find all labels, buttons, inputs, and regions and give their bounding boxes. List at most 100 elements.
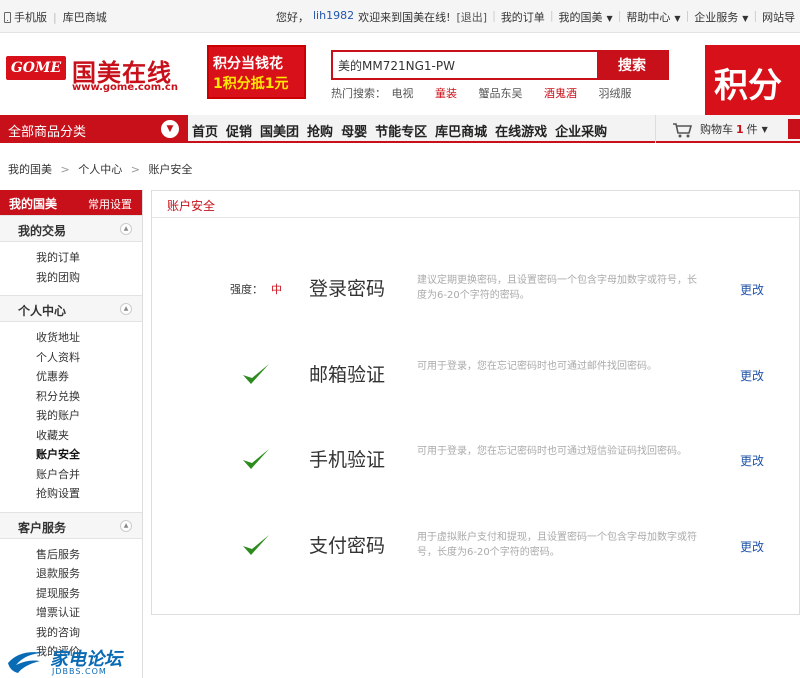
security-row-login-password: 强度：中 登录密码 建议定期更换密码，且设置密码一个包含字母加数字或符号，长度为… [152,259,800,319]
nav-link-flash-sale[interactable]: 抢购 [307,121,341,140]
security-row-payment-password: 支付密码 用于虚拟账户支付和提现，且设置密码一个包含字母加数字或符号，长度为6-… [152,516,800,576]
sidebar-group-personal[interactable]: 个人中心 ▲ [0,295,142,322]
promo-line-2: 1积分抵1元 [213,76,289,92]
site-nav-menu[interactable]: 网站导 [762,9,795,25]
nav-links: 首页 促销 国美团 抢购 母婴 节能专区 库巴商城 在线游戏 企业采购 [192,121,615,140]
security-item-name: 手机验证 [309,449,386,471]
sidebar-group-title: 客户服务 [18,520,67,535]
sidebar-item-invoice[interactable]: 增票认证 [36,606,80,619]
enterprise-service-menu[interactable]: 企业服务 ▼ [694,9,748,25]
nav-link-promo[interactable]: 促销 [226,121,260,140]
breadcrumb-item[interactable]: 个人中心 [78,163,122,176]
points-promo-banner[interactable]: 积分当钱花 1积分抵1元 [207,45,306,99]
panel-title: 账户安全 [167,199,216,213]
chevron-right-icon: > [130,163,140,176]
hot-search-item[interactable]: 羽绒服 [599,87,650,100]
my-gome-menu[interactable]: 我的国美 ▼ [559,9,613,25]
help-center-menu[interactable]: 帮助中心 ▼ [626,9,680,25]
strength-level: 中 [271,283,282,296]
cart-unit: 件 [746,123,758,136]
sidebar-item-after-sales[interactable]: 售后服务 [36,548,80,561]
chevron-up-icon[interactable]: ▲ [120,223,132,235]
sidebar-item-merge[interactable]: 账户合并 [36,468,80,481]
logout-link[interactable]: [退出] [457,9,488,25]
sidebar-item-consult[interactable]: 我的咨询 [36,626,80,639]
sidebar-item-my-group-buy[interactable]: 我的团购 [36,271,80,284]
sidebar-item-points[interactable]: 积分兑换 [36,390,80,403]
sidebar-list: 我的订单 我的团购 [0,242,142,295]
mobile-version-link[interactable]: 手机版 [14,9,47,25]
top-right-links: 您好， lih1982 欢迎来到国美在线! [退出] | 我的订单 | 我的国美… [276,9,795,25]
cart-checkout-tab [788,119,800,139]
sidebar-item-flash-settings[interactable]: 抢购设置 [36,487,80,500]
sidebar-item-favorites[interactable]: 收藏夹 [36,429,69,442]
sidebar-item-coupons[interactable]: 优惠券 [36,370,69,383]
sidebar-item-withdraw[interactable]: 提现服务 [36,587,80,600]
sidebar-group-title: 个人中心 [18,304,67,318]
search-input[interactable] [333,52,597,78]
hot-search-item[interactable]: 蟹品东吴 [479,87,541,100]
change-phone-link[interactable]: 更改 [740,452,764,469]
nav-link-baby[interactable]: 母婴 [341,121,375,140]
sidebar-item-security[interactable]: 账户安全 [36,448,80,461]
all-categories-button[interactable]: 全部商品分类 ▼ [0,115,188,143]
change-payment-password-link[interactable]: 更改 [740,538,764,555]
swoosh-logo-icon [8,652,44,673]
password-strength: 强度：中 [230,283,282,296]
check-icon [241,362,271,388]
top-utility-bar: 手机版 | 库巴商城 您好， lih1982 欢迎来到国美在线! [退出] | … [0,0,800,33]
divider: | [492,9,496,22]
welcome-text: 欢迎来到国美在线! [358,11,451,24]
search-button[interactable]: 搜索 [597,52,667,78]
panel-header: 账户安全 [152,191,799,218]
shopping-cart-button[interactable]: 购物车 1 件 ▼ [655,115,800,143]
divider: | [617,9,622,22]
sidebar-group-trade[interactable]: 我的交易 ▲ [0,215,142,242]
sidebar-item-address[interactable]: 收货地址 [36,331,80,344]
chevron-down-icon: ▼ [761,124,768,134]
sidebar-group-service[interactable]: 客户服务 ▲ [0,511,142,539]
kuba-mall-link[interactable]: 库巴商城 [63,9,107,25]
breadcrumb-item[interactable]: 我的国美 [8,163,52,176]
watermark-sub: JDBBS.COM [52,667,107,676]
chevron-up-icon[interactable]: ▲ [120,303,132,315]
enterprise-service-label: 企业服务 [694,11,739,24]
mobile-phone-icon [4,11,11,23]
security-item-name: 邮箱验证 [309,364,386,386]
username-link[interactable]: lih1982 [313,9,354,25]
change-login-password-link[interactable]: 更改 [740,281,764,298]
sidebar-item-profile[interactable]: 个人资料 [36,351,80,364]
breadcrumb: 我的国美 > 个人中心 > 账户安全 [8,161,192,177]
forum-watermark: 家电论坛 JDBBS.COM [6,643,126,678]
gome-logo-badge: GOME [6,56,66,80]
sidebar-group-title: 我的交易 [18,224,67,238]
sidebar-item-refund[interactable]: 退款服务 [36,567,80,580]
hot-search-item[interactable]: 童装 [435,87,475,100]
hot-search-item[interactable]: 电视 [392,87,432,100]
sidebar-item-my-orders[interactable]: 我的订单 [36,251,80,264]
help-center-label: 帮助中心 [626,11,671,24]
gome-logo[interactable]: GOME 国美在线 www.gome.com.cn [6,55,188,97]
nav-link-group-buy[interactable]: 国美团 [260,121,307,140]
divider: | [685,9,690,22]
security-item-name: 支付密码 [309,535,386,557]
chevron-down-icon: ▼ [742,14,749,23]
my-orders-link[interactable]: 我的订单 [501,9,545,25]
nav-link-home[interactable]: 首页 [192,121,226,140]
points-side-banner[interactable]: 积分 [705,45,800,115]
nav-link-enterprise[interactable]: 企业采购 [555,121,615,140]
change-email-link[interactable]: 更改 [740,367,764,384]
nav-link-kuba[interactable]: 库巴商城 [435,121,495,140]
nav-link-games[interactable]: 在线游戏 [495,121,555,140]
main-nav: 全部商品分类 ▼ 首页 促销 国美团 抢购 母婴 节能专区 库巴商城 在线游戏 … [0,115,800,143]
sidebar-item-account[interactable]: 我的账户 [36,409,80,422]
chevron-down-icon: ▼ [606,14,613,23]
chevron-up-icon[interactable]: ▲ [120,519,132,532]
check-icon [241,533,271,559]
common-settings-link[interactable]: 常用设置 [88,196,132,212]
nav-link-energy[interactable]: 节能专区 [375,121,435,140]
banner-text: 积分 [714,66,782,106]
divider: | [53,10,57,24]
chevron-right-icon: > [60,163,70,176]
hot-search-item[interactable]: 酒鬼酒 [544,87,595,100]
